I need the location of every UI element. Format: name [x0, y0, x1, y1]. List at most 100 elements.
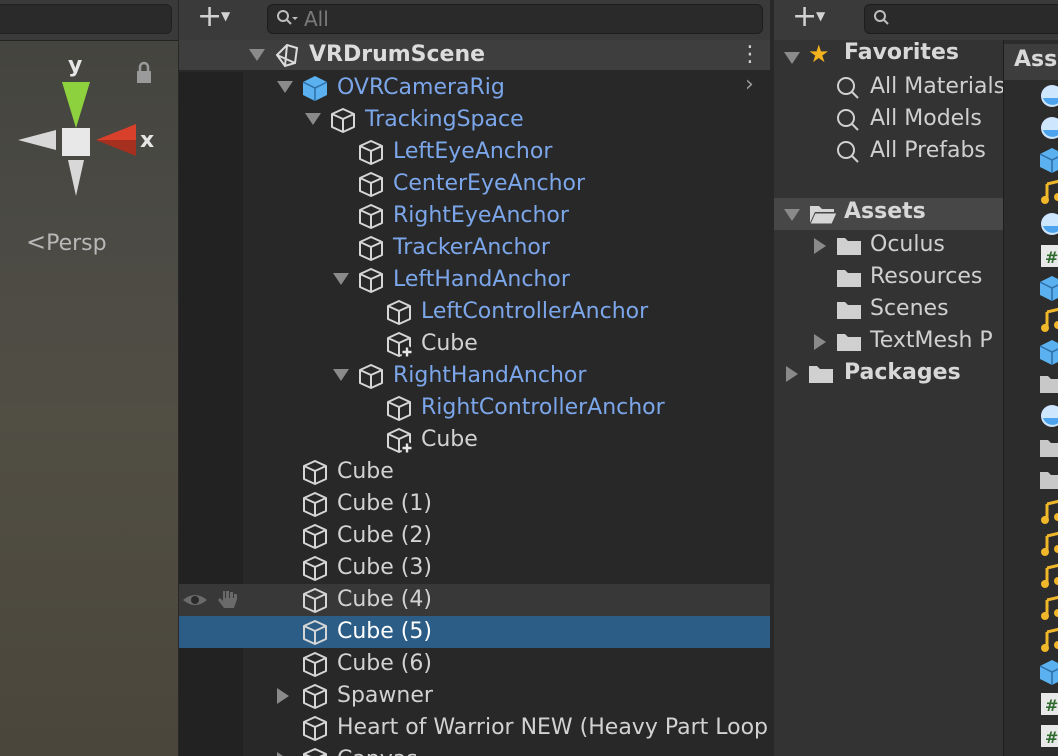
gizmo-x-label: x [140, 128, 154, 153]
audio-clip-icon[interactable] [1038, 498, 1058, 526]
hierarchy-row[interactable]: RightEyeAnchor [179, 200, 770, 232]
hierarchy-row[interactable]: TrackingSpace [179, 104, 770, 136]
gameobject-cube-icon [303, 524, 327, 549]
hierarchy-row[interactable]: Cube [179, 456, 770, 488]
favorite-item[interactable]: All Models [836, 104, 1003, 136]
audio-clip-icon[interactable] [1038, 594, 1058, 622]
folder-item-scenes[interactable]: Scenes [774, 294, 1003, 326]
hierarchy-row[interactable]: OVRCameraRig › [179, 72, 770, 104]
hierarchy-row[interactable]: Spawner [179, 680, 770, 712]
project-search-input[interactable] [864, 4, 1058, 34]
project-create-button[interactable]: + ▼ [780, 2, 832, 33]
hierarchy-row[interactable]: Cube [179, 328, 770, 360]
unity-logo-icon [275, 43, 299, 68]
expand-arrow-icon[interactable] [277, 688, 289, 704]
hierarchy-row-label: Cube [421, 427, 478, 452]
prefab-icon[interactable] [1038, 146, 1058, 174]
more-options-icon[interactable]: ⋮ [739, 42, 761, 67]
audio-clip-icon[interactable] [1038, 178, 1058, 206]
collapse-arrow-icon[interactable] [305, 113, 321, 125]
hierarchy-row[interactable]: LeftEyeAnchor [179, 136, 770, 168]
gameobject-cube-icon [359, 268, 383, 293]
expand-arrow-icon[interactable] [814, 334, 826, 350]
folder-icon[interactable] [1038, 434, 1058, 462]
open-folder-icon [809, 206, 838, 225]
hierarchy-row-label: Cube (2) [337, 523, 432, 548]
script-icon[interactable]: # [1038, 690, 1058, 718]
collapse-arrow-icon[interactable] [333, 369, 349, 381]
packages-root-row[interactable]: Packages [774, 358, 1003, 390]
hierarchy-row[interactable]: Heart of Warrior NEW (Heavy Part Loop [179, 712, 770, 744]
hierarchy-row[interactable]: Cube (6) [179, 648, 770, 680]
collapse-arrow-icon[interactable] [333, 273, 349, 285]
folder-item-resources[interactable]: Resources [774, 262, 1003, 294]
folder-icon[interactable] [1038, 466, 1058, 494]
gameobject-cube-icon [331, 108, 355, 133]
expand-arrow-icon[interactable] [277, 752, 289, 756]
hierarchy-row[interactable]: Cube (4) [179, 584, 770, 616]
audio-clip-icon[interactable] [1038, 562, 1058, 590]
scene-search-field[interactable] [0, 4, 172, 34]
create-button[interactable]: + ▼ [185, 2, 237, 33]
hierarchy-row-label: Cube (3) [337, 555, 432, 580]
prefab-icon[interactable] [1038, 274, 1058, 302]
hierarchy-row-label: LeftControllerAnchor [421, 299, 649, 324]
folder-item-textmesh[interactable]: TextMesh P [774, 326, 1003, 358]
hierarchy-row[interactable]: Canvas [179, 744, 770, 756]
script-icon[interactable]: # [1038, 722, 1058, 750]
folder-icon[interactable] [1038, 370, 1058, 398]
favorite-item[interactable]: All Prefabs [836, 136, 1003, 168]
asset-grid-title: Assets [1014, 47, 1058, 72]
pickability-hand-icon[interactable] [215, 587, 241, 613]
favorites-expand-icon[interactable] [784, 52, 800, 64]
orientation-gizmo[interactable]: y x [0, 40, 178, 220]
hierarchy-panel: + ▼ All VRDrumScene ⋮ OVRCameraRig › Track… [179, 0, 770, 756]
favorite-label: All Models [870, 106, 982, 131]
projection-label: Persp [46, 231, 107, 256]
audio-clip-icon[interactable] [1038, 306, 1058, 334]
expand-arrow-icon[interactable] [814, 238, 826, 254]
script-icon[interactable]: # [1038, 242, 1058, 270]
material-icon[interactable] [1038, 402, 1058, 430]
favorite-item[interactable]: All Materials [836, 72, 1003, 104]
folder-item-oculus[interactable]: Oculus [774, 230, 1003, 262]
prefab-icon[interactable] [1038, 338, 1058, 366]
hierarchy-row[interactable]: Cube (5) [179, 616, 770, 648]
hierarchy-row[interactable]: Cube (1) [179, 488, 770, 520]
hierarchy-row[interactable]: Cube (3) [179, 552, 770, 584]
scene-header-row[interactable]: VRDrumScene ⋮ [179, 40, 770, 70]
scene-view[interactable]: y x <Persp [0, 0, 178, 756]
hierarchy-search-input[interactable]: All [267, 4, 763, 34]
hierarchy-row-label: LeftHandAnchor [393, 267, 570, 292]
material-icon[interactable] [1038, 210, 1058, 238]
assets-root-row[interactable]: Assets [774, 198, 1003, 230]
assets-expand-icon[interactable] [784, 209, 800, 221]
gameobject-cube-icon [303, 556, 327, 581]
collapse-arrow-icon[interactable] [277, 81, 293, 93]
hierarchy-row[interactable]: RightHandAnchor [179, 360, 770, 392]
hierarchy-row[interactable]: Cube [179, 424, 770, 456]
audio-clip-icon[interactable] [1038, 626, 1058, 654]
material-icon[interactable] [1038, 114, 1058, 142]
audio-clip-icon[interactable] [1038, 530, 1058, 558]
project-folder-tree: ★ Favorites All Materials All Models All… [774, 40, 1004, 756]
packages-expand-icon[interactable] [786, 366, 798, 382]
prefab-icon[interactable] [1038, 658, 1058, 686]
gameobject-cube-icon [303, 716, 327, 741]
hierarchy-row[interactable]: TrackerAnchor [179, 232, 770, 264]
lock-icon[interactable] [137, 61, 151, 83]
hierarchy-row-label: Cube (1) [337, 491, 432, 516]
packages-label: Packages [844, 360, 961, 385]
visibility-eye-icon[interactable] [181, 590, 209, 610]
expand-arrow-icon[interactable] [249, 49, 265, 61]
open-prefab-arrow-icon[interactable]: › [745, 72, 754, 97]
hierarchy-row-label: LeftEyeAnchor [393, 139, 553, 164]
hierarchy-row[interactable]: CenterEyeAnchor [179, 168, 770, 200]
hierarchy-row[interactable]: LeftControllerAnchor [179, 296, 770, 328]
hierarchy-row[interactable]: LeftHandAnchor [179, 264, 770, 296]
hierarchy-row[interactable]: RightControllerAnchor [179, 392, 770, 424]
projection-toggle[interactable]: <Persp [26, 228, 107, 256]
hierarchy-row[interactable]: Cube (2) [179, 520, 770, 552]
hierarchy-row-label: Cube (4) [337, 587, 432, 612]
material-icon[interactable] [1038, 82, 1058, 110]
